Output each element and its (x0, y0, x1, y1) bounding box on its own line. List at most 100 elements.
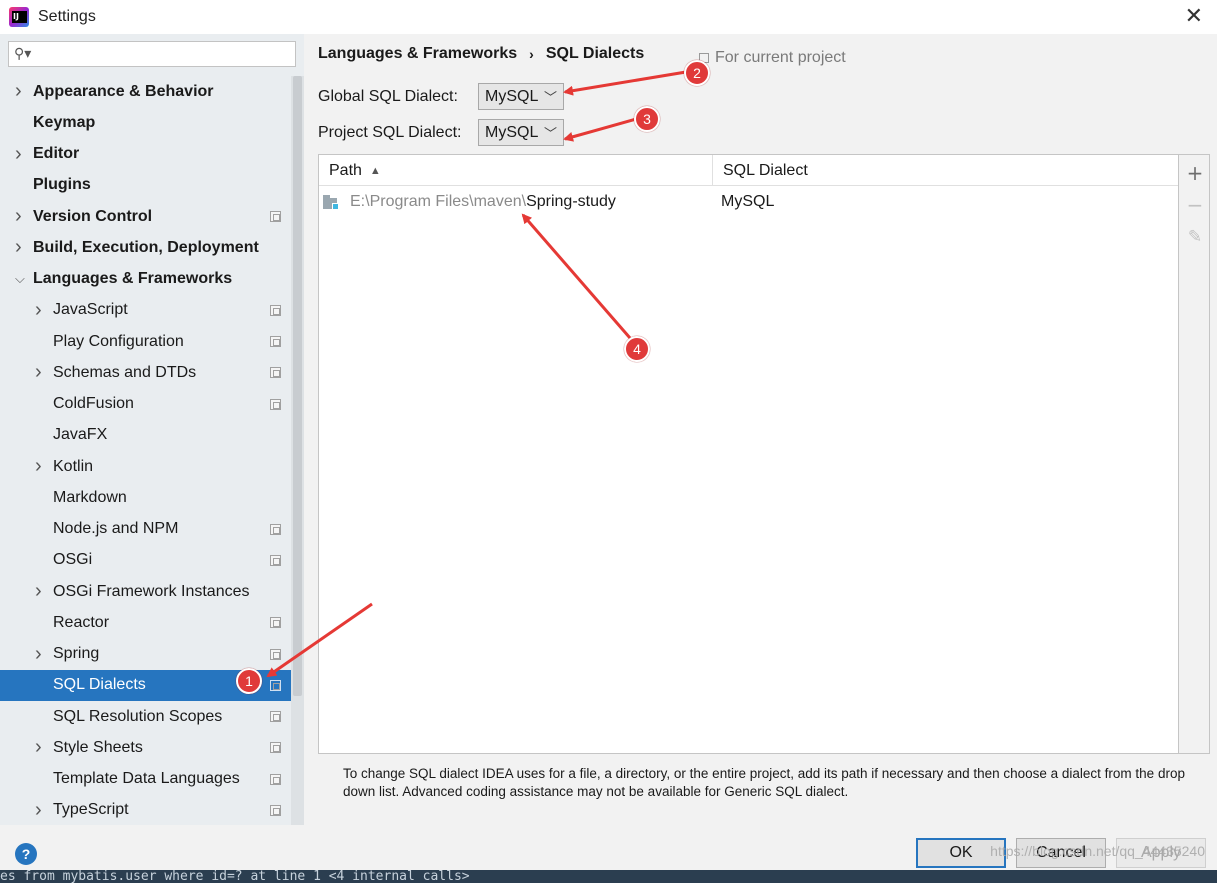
project-scope-icon (270, 679, 281, 691)
path-name: Spring-study (526, 193, 616, 210)
chevron-down-icon: ﹀ (543, 90, 557, 105)
sidebar-item-javafx[interactable]: JavaFX (0, 420, 304, 451)
sidebar-scrollbar-thumb[interactable] (293, 76, 302, 696)
annotation-badge-1: 1 (236, 668, 262, 694)
help-button[interactable]: ? (15, 843, 37, 865)
sidebar-item-keymap[interactable]: Keymap (0, 107, 304, 138)
sidebar-item-label: Node.js and NPM (53, 520, 179, 538)
project-scope-icon (270, 367, 281, 379)
chevron-right-icon[interactable]: › (35, 736, 42, 759)
column-divider[interactable] (712, 155, 713, 186)
column-header-sql-dialect[interactable]: SQL Dialect (723, 155, 808, 186)
add-icon[interactable]: + (1185, 163, 1205, 183)
chevron-right-icon[interactable]: › (35, 361, 42, 384)
sidebar-item-label: Appearance & Behavior (33, 82, 214, 100)
sidebar-item-label: Style Sheets (53, 738, 143, 756)
chevron-right-icon[interactable]: › (15, 143, 22, 166)
title-bar: Settings ✕ (0, 0, 1217, 34)
sidebar-item-label: JavaScript (53, 301, 128, 319)
chevron-right-icon[interactable]: › (35, 299, 42, 322)
sidebar-item-label: Build, Execution, Deployment (33, 238, 259, 256)
sidebar-item-label: Reactor (53, 613, 110, 631)
path-prefix: E:\Program Files\maven\ (350, 193, 527, 210)
sidebar-item-label: Languages & Frameworks (33, 270, 233, 288)
sidebar-item-version-control[interactable]: › Version Control (0, 201, 304, 232)
settings-sidebar: ⚲▾ › Appearance & Behavior Keymap › Editor Pl… (0, 34, 304, 825)
sidebar-item-label: Plugins (33, 176, 91, 194)
sidebar-item-label: Kotlin (53, 457, 94, 475)
chevron-right-icon[interactable]: › (35, 455, 42, 478)
column-header-path[interactable]: Path ▲ (329, 155, 381, 186)
sidebar-item-template-data-languages[interactable]: Template Data Languages (0, 764, 304, 795)
for-project-label: For current project (715, 49, 846, 66)
chevron-right-icon[interactable]: › (35, 580, 42, 603)
sidebar-item-markdown[interactable]: Markdown (0, 482, 304, 513)
sidebar-item-node-js-and-npm[interactable]: Node.js and NPM (0, 514, 304, 545)
sidebar-item-appearance-behavior[interactable]: › Appearance & Behavior (0, 76, 304, 107)
sidebar-item-kotlin[interactable]: › Kotlin (0, 451, 304, 482)
project-scope-icon (270, 711, 281, 723)
global-dialect-label: Global SQL Dialect: (318, 88, 458, 105)
settings-search[interactable]: ⚲▾ (8, 41, 296, 67)
sidebar-item-osgi-framework-instances[interactable]: › OSGi Framework Instances (0, 576, 304, 607)
sidebar-item-spring[interactable]: › Spring (0, 639, 304, 670)
project-scope-icon (270, 773, 281, 785)
sidebar-item-javascript[interactable]: › JavaScript (0, 295, 304, 326)
project-scope-icon (270, 211, 281, 223)
sidebar-item-label: OSGi (53, 551, 93, 569)
chevron-right-icon[interactable]: › (35, 799, 42, 822)
sidebar-item-reactor[interactable]: Reactor (0, 607, 304, 638)
chevron-down-icon: ﹀ (543, 126, 557, 141)
annotation-arrow-2 (563, 70, 687, 96)
project-dialect-value: MySQL (485, 123, 539, 141)
sidebar-item-coldfusion[interactable]: ColdFusion (0, 389, 304, 420)
dialect-help-text: To change SQL dialect IDEA uses for a fi… (343, 766, 1185, 799)
chevron-right-icon[interactable]: › (35, 643, 42, 666)
for-current-project-hint: For current project (699, 49, 846, 67)
sidebar-item-label: JavaFX (53, 426, 108, 444)
sidebar-item-editor[interactable]: › Editor (0, 139, 304, 170)
row-sql-dialect[interactable]: MySQL (721, 193, 774, 211)
chevron-right-icon[interactable]: › (15, 236, 22, 259)
project-scope-icon (270, 648, 281, 660)
sidebar-item-label: Spring (53, 645, 100, 663)
close-icon[interactable]: ✕ (1185, 4, 1203, 29)
chevron-down-icon[interactable]: ⌵ (15, 271, 25, 287)
annotation-badge-3: 3 (634, 106, 660, 132)
project-scope-icon (270, 336, 281, 348)
sidebar-item-label: ColdFusion (53, 395, 134, 413)
sidebar-item-label: SQL Resolution Scopes (53, 707, 223, 725)
project-dialect-select[interactable]: MySQL ﹀ (478, 119, 564, 146)
sidebar-item-build-execution-deployment[interactable]: › Build, Execution, Deployment (0, 232, 304, 263)
sidebar-item-osgi[interactable]: OSGi (0, 545, 304, 576)
sidebar-item-label: Editor (33, 145, 80, 163)
sidebar-item-label: Version Control (33, 207, 153, 225)
dialect-mapping-table[interactable]: Path ▲ SQL Dialect E:\Program Files\mave… (318, 154, 1179, 754)
sidebar-item-style-sheets[interactable]: › Style Sheets (0, 732, 304, 763)
sidebar-item-label: OSGi Framework Instances (53, 582, 250, 600)
breadcrumb-parent[interactable]: Languages & Frameworks (318, 45, 517, 63)
chevron-right-icon[interactable]: › (15, 205, 22, 228)
table-row[interactable]: E:\Program Files\maven\Spring-study MySQ… (319, 187, 1178, 217)
search-icon: ⚲▾ (14, 45, 32, 61)
sidebar-item-label: TypeScript (53, 801, 129, 819)
project-dialect-label: Project SQL Dialect: (318, 124, 462, 141)
row-path: E:\Program Files\maven\Spring-study (350, 193, 616, 211)
remove-icon[interactable]: − (1185, 195, 1205, 215)
sidebar-item-sql-resolution-scopes[interactable]: SQL Resolution Scopes (0, 701, 304, 732)
chevron-right-icon[interactable]: › (15, 80, 22, 103)
sidebar-item-typescript[interactable]: › TypeScript (0, 795, 304, 826)
project-scope-icon (270, 523, 281, 535)
sidebar-item-languages-frameworks[interactable]: ⌵ Languages & Frameworks (0, 264, 304, 295)
sidebar-item-label: Play Configuration (53, 332, 184, 350)
sidebar-item-label: Keymap (33, 113, 96, 131)
sidebar-item-plugins[interactable]: Plugins (0, 170, 304, 201)
sidebar-item-label: Markdown (53, 488, 127, 506)
edit-icon[interactable]: ✎ (1185, 227, 1205, 247)
breadcrumb-current: SQL Dialects (545, 45, 645, 62)
global-dialect-select[interactable]: MySQL ﹀ (478, 83, 564, 110)
sidebar-item-label: Schemas and DTDs (53, 363, 197, 381)
sidebar-item-play-configuration[interactable]: Play Configuration (0, 326, 304, 357)
sidebar-item-schemas-and-dtds[interactable]: › Schemas and DTDs (0, 357, 304, 388)
search-input[interactable] (39, 44, 289, 64)
